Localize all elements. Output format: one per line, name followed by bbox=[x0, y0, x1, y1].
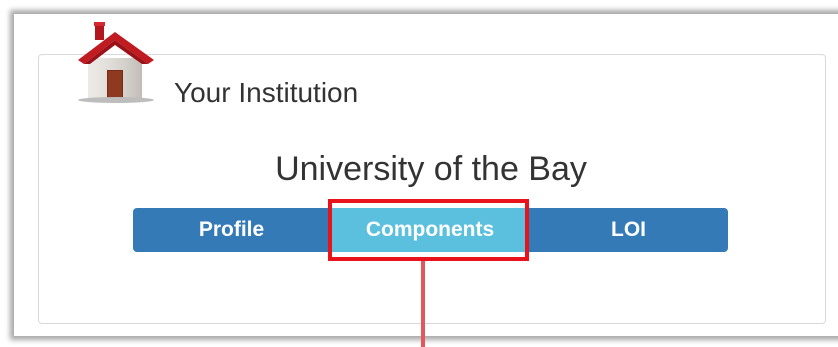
profile-button[interactable]: Profile bbox=[133, 208, 331, 252]
components-button[interactable]: Components bbox=[331, 208, 529, 252]
institution-nav-buttons: Profile Components LOI bbox=[133, 208, 728, 252]
institution-name: University of the Bay bbox=[275, 150, 587, 188]
institution-heading: Your Institution bbox=[174, 77, 359, 108]
loi-button[interactable]: LOI bbox=[529, 208, 728, 252]
screenshot-stage: Your Institution University of the Bay P… bbox=[0, 0, 838, 347]
annotation-pointer-line bbox=[421, 261, 425, 347]
house-icon bbox=[78, 22, 154, 103]
